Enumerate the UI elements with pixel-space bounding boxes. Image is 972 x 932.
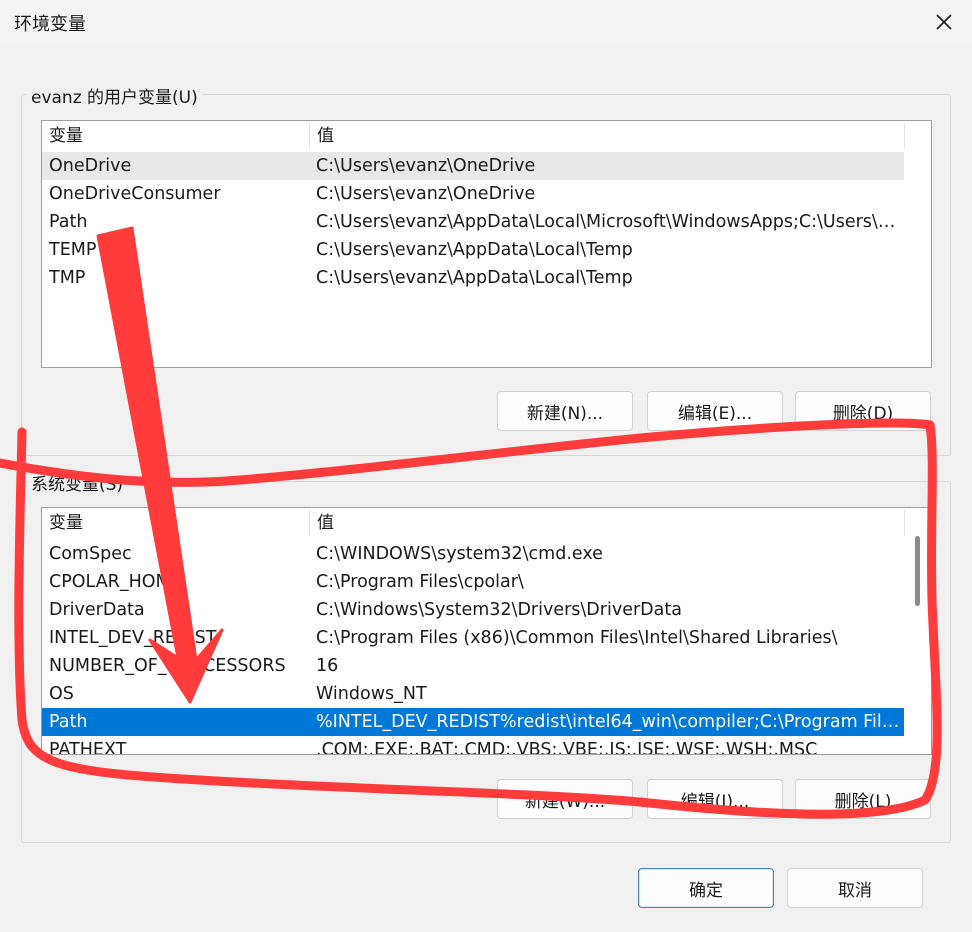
table-row[interactable]: OneDrive C:\Users\evanz\OneDrive: [42, 152, 904, 180]
user-delete-button[interactable]: 删除(D): [795, 391, 931, 431]
variable-value: Windows_NT: [316, 684, 427, 704]
system-edit-button[interactable]: 编辑(I)...: [647, 779, 783, 819]
variable-value: C:\Program Files (x86)\Common Files\Inte…: [316, 628, 838, 648]
title-bar: 环境变量: [0, 0, 972, 44]
table-row[interactable]: DriverData C:\Windows\System32\Drivers\D…: [42, 596, 904, 624]
table-row[interactable]: ComSpec C:\WINDOWS\system32\cmd.exe: [42, 540, 904, 568]
variable-name: TMP: [49, 268, 86, 288]
table-row-selected[interactable]: Path %INTEL_DEV_REDIST%redist\intel64_wi…: [42, 708, 904, 736]
user-variables-label: evanz 的用户变量(U): [27, 83, 202, 108]
variable-name: PATHEXT: [49, 740, 127, 755]
column-header-variable[interactable]: 变量: [42, 121, 309, 151]
ok-button[interactable]: 确定: [638, 868, 774, 908]
variable-value: C:\Windows\System32\Drivers\DriverData: [316, 600, 682, 620]
variable-value: C:\Users\evanz\AppData\Local\Temp: [316, 240, 633, 260]
variable-name: Path: [49, 212, 88, 232]
system-variables-list[interactable]: 变量 值 ComSpec C:\WINDOWS\system32\cmd.exe…: [41, 507, 932, 755]
variable-value: C:\Users\evanz\OneDrive: [316, 184, 536, 204]
column-header-value[interactable]: 值: [310, 508, 904, 538]
table-row[interactable]: Path C:\Users\evanz\AppData\Local\Micros…: [42, 208, 904, 236]
system-list-header: 变量 值: [42, 508, 931, 538]
table-row[interactable]: OneDriveConsumer C:\Users\evanz\OneDrive: [42, 180, 904, 208]
table-row[interactable]: CPOLAR_HOME C:\Program Files\cpolar\: [42, 568, 904, 596]
system-list-scrollbar[interactable]: [905, 508, 931, 754]
column-header-variable[interactable]: 变量: [42, 508, 309, 538]
window-title: 环境变量: [14, 14, 86, 35]
variable-name: CPOLAR_HOME: [49, 572, 182, 592]
system-variables-label: 系统变量(S): [27, 470, 128, 495]
scroll-thumb[interactable]: [915, 536, 920, 606]
table-row[interactable]: NUMBER_OF_PROCESSORS 16: [42, 652, 904, 680]
variable-value: 16: [316, 656, 339, 676]
user-variables-list[interactable]: 变量 值 OneDrive C:\Users\evanz\OneDrive On…: [41, 120, 932, 368]
variable-value: C:\Program Files\cpolar\: [316, 572, 524, 592]
variable-name: OS: [49, 684, 74, 704]
variable-name: DriverData: [49, 600, 145, 620]
user-list-header: 变量 值: [42, 121, 931, 151]
table-row[interactable]: TEMP C:\Users\evanz\AppData\Local\Temp: [42, 236, 904, 264]
variable-name: NUMBER_OF_PROCESSORS: [49, 656, 286, 676]
table-row[interactable]: TMP C:\Users\evanz\AppData\Local\Temp: [42, 264, 904, 292]
cancel-button[interactable]: 取消: [787, 868, 923, 908]
variable-name: ComSpec: [49, 544, 132, 564]
variable-value: C:\Users\evanz\AppData\Local\Temp: [316, 268, 633, 288]
table-row[interactable]: OS Windows_NT: [42, 680, 904, 708]
variable-name: TEMP: [49, 240, 97, 260]
system-new-button[interactable]: 新建(W)...: [497, 779, 633, 819]
variable-value: %INTEL_DEV_REDIST%redist\intel64_win\com…: [316, 712, 904, 732]
close-button[interactable]: [916, 0, 972, 44]
variable-name: OneDriveConsumer: [49, 184, 221, 204]
system-delete-button[interactable]: 删除(L): [795, 779, 931, 819]
user-edit-button[interactable]: 编辑(E)...: [647, 391, 783, 431]
variable-value: C:\WINDOWS\system32\cmd.exe: [316, 544, 603, 564]
column-header-value[interactable]: 值: [310, 121, 904, 151]
variable-value: C:\Users\evanz\OneDrive: [316, 156, 536, 176]
user-new-button[interactable]: 新建(N)...: [497, 391, 633, 431]
variable-name: Path: [49, 712, 88, 732]
variable-name: INTEL_DEV_REDIST: [49, 628, 217, 648]
environment-variables-dialog: 环境变量 evanz 的用户变量(U) 变量 值 OneDrive C:\Use…: [0, 0, 972, 932]
table-row[interactable]: PATHEXT .COM;.EXE;.BAT;.CMD;.VBS;.VBE;.J…: [42, 736, 904, 755]
variable-value: C:\Users\evanz\AppData\Local\Microsoft\W…: [316, 212, 904, 232]
variable-name: OneDrive: [49, 156, 132, 176]
table-row[interactable]: INTEL_DEV_REDIST C:\Program Files (x86)\…: [42, 624, 904, 652]
close-icon: [936, 14, 952, 30]
variable-value: .COM;.EXE;.BAT;.CMD;.VBS;.VBE;.JS;.JSE;.…: [316, 740, 818, 755]
